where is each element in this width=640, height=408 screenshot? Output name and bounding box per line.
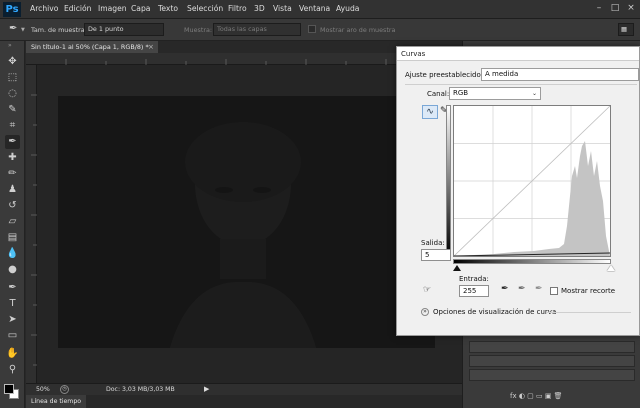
brush-tool-icon[interactable]: ✏: [5, 167, 20, 181]
layer-row[interactable]: [469, 355, 635, 367]
blur-tool-icon[interactable]: 💧: [5, 247, 20, 261]
sample-label: Muestra:: [184, 26, 213, 34]
crop-tool-icon[interactable]: ⌗: [5, 119, 20, 133]
black-point-slider[interactable]: [453, 265, 461, 271]
maximize-icon[interactable]: □: [610, 3, 620, 13]
menu-bar: Ps Archivo Edición Imagen Capa Texto Sel…: [0, 0, 640, 19]
vertical-ruler: [26, 65, 37, 383]
workspace-switcher-icon[interactable]: ▦: [618, 23, 634, 36]
marquee-tool-icon[interactable]: ⬚: [5, 71, 20, 85]
sample-size-label: Tam. de muestra:: [31, 26, 87, 34]
preset-label: Ajuste preestablecido:: [405, 71, 484, 79]
white-point-slider[interactable]: [607, 265, 615, 271]
menu-ayuda[interactable]: Ayuda: [336, 4, 359, 13]
layer-row[interactable]: [469, 341, 635, 353]
curves-graph[interactable]: [453, 105, 611, 257]
expand-options-icon[interactable]: »: [421, 308, 429, 316]
curves-dialog-title: Curvas: [397, 47, 639, 61]
photoshop-logo: Ps: [3, 2, 21, 17]
menu-filtro[interactable]: Filtro: [228, 4, 247, 13]
close-icon[interactable]: ×: [626, 3, 636, 13]
menu-seleccion[interactable]: Selección: [187, 4, 223, 13]
sample-size-select[interactable]: De 1 punto: [84, 23, 164, 36]
tools-panel: » ✥ ⬚ ◌ ✎ ⌗ ✒ ✚ ✏ ♟ ↺ ▱ ▤ 💧 ● ✒ T ➤ ▭ ✋ …: [0, 41, 25, 408]
sample-select[interactable]: Todas las capas: [213, 23, 301, 36]
healing-tool-icon[interactable]: ✚: [5, 151, 20, 165]
eraser-tool-icon[interactable]: ▱: [5, 215, 20, 229]
shape-tool-icon[interactable]: ▭: [5, 329, 20, 343]
menu-vista[interactable]: Vista: [273, 4, 292, 13]
menu-3d[interactable]: 3D: [254, 4, 265, 13]
pen-tool-icon[interactable]: ✒: [5, 281, 20, 295]
show-ring-label: Mostrar aro de muestra: [320, 26, 396, 34]
menu-texto[interactable]: Texto: [158, 4, 178, 13]
curves-dialog: Curvas Ajuste preestablecido: A medida C…: [396, 46, 640, 336]
lasso-tool-icon[interactable]: ◌: [5, 87, 20, 101]
divider: [405, 84, 637, 85]
show-clipping-checkbox[interactable]: [550, 287, 558, 295]
output-gradient-bar: [446, 105, 451, 257]
output-field[interactable]: 5: [421, 249, 451, 261]
zoom-level[interactable]: 50%: [36, 386, 50, 393]
eyedropper-icon[interactable]: ✒: [9, 23, 17, 34]
document-size-info: Doc: 3,03 MB/3,03 MB: [106, 386, 175, 393]
type-tool-icon[interactable]: T: [5, 297, 20, 311]
output-label: Salida:: [421, 239, 445, 247]
gradient-tool-icon[interactable]: ▤: [5, 231, 20, 245]
options-bar: ✒ ▼ Tam. de muestra: De 1 punto Muestra:…: [0, 19, 640, 41]
tool-preset-arrow-icon[interactable]: ▼: [21, 27, 25, 33]
quick-select-tool-icon[interactable]: ✎: [5, 103, 20, 117]
eyedropper-tool-icon[interactable]: ✒: [5, 135, 20, 149]
layer-row[interactable]: [469, 369, 635, 381]
collapse-icon[interactable]: »: [8, 42, 12, 49]
black-eyedropper-icon[interactable]: ✒: [501, 284, 509, 294]
curve-edit-icon[interactable]: ∿: [422, 105, 438, 119]
layers-panel-icons[interactable]: fx ◐ ▢ ▭ ▣ 🗑: [510, 392, 563, 400]
foreground-color-swatch[interactable]: [4, 384, 14, 394]
status-bar: 50% ◷ Doc: 3,03 MB/3,03 MB ▶: [26, 383, 462, 395]
history-brush-tool-icon[interactable]: ↺: [5, 199, 20, 213]
minimize-icon[interactable]: –: [594, 3, 604, 13]
document-tab[interactable]: Sin título-1 al 50% (Capa 1, RGB/8) *: [26, 41, 158, 53]
status-info-icon[interactable]: ◷: [60, 385, 69, 394]
channel-label: Canal:: [427, 90, 450, 98]
preset-select[interactable]: A medida: [481, 68, 639, 81]
menu-edicion[interactable]: Edición: [64, 4, 91, 13]
timeline-tab[interactable]: Línea de tiempo: [26, 395, 86, 408]
display-options-label[interactable]: Opciones de visualización de curva: [433, 308, 556, 316]
input-gradient-bar: [453, 259, 611, 264]
status-menu-icon[interactable]: ▶: [204, 385, 209, 393]
chevron-down-icon: ⌄: [532, 90, 538, 97]
portrait-image: [169, 122, 317, 348]
clone-stamp-tool-icon[interactable]: ♟: [5, 183, 20, 197]
dodge-tool-icon[interactable]: ●: [5, 263, 20, 277]
white-eyedropper-icon[interactable]: ✒: [535, 284, 543, 294]
input-label: Entrada:: [459, 275, 489, 283]
document-canvas[interactable]: [58, 96, 435, 348]
target-adjust-icon[interactable]: ☞: [423, 285, 431, 295]
gray-eyedropper-icon[interactable]: ✒: [518, 284, 526, 294]
divider: [547, 312, 631, 313]
show-clipping-label: Mostrar recorte: [561, 287, 616, 295]
hand-tool-icon[interactable]: ✋: [5, 347, 20, 361]
channel-select[interactable]: RGB: [449, 87, 541, 100]
path-selection-tool-icon[interactable]: ➤: [5, 313, 20, 327]
document-close-icon[interactable]: ×: [148, 41, 154, 53]
menu-capa[interactable]: Capa: [131, 4, 150, 13]
menu-archivo[interactable]: Archivo: [30, 4, 58, 13]
menu-ventana[interactable]: Ventana: [299, 4, 330, 13]
zoom-tool-icon[interactable]: ⚲: [5, 363, 20, 377]
move-tool-icon[interactable]: ✥: [5, 55, 20, 69]
menu-imagen[interactable]: Imagen: [98, 4, 127, 13]
show-ring-checkbox[interactable]: [308, 25, 316, 33]
input-field[interactable]: 255: [459, 285, 489, 297]
